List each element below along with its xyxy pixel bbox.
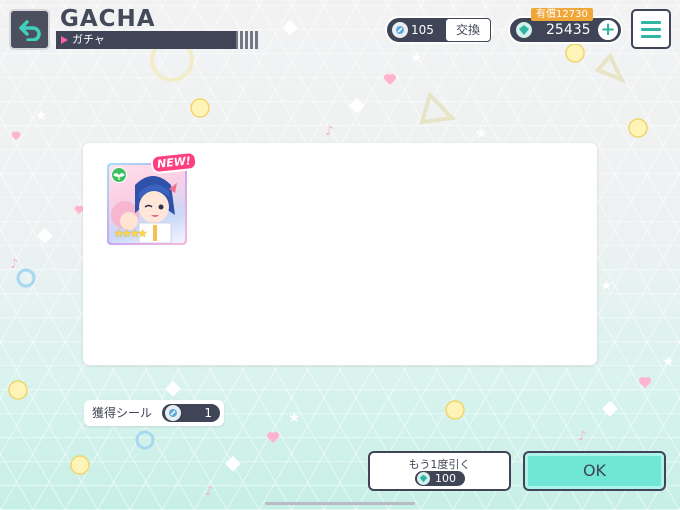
crystal-icon xyxy=(417,472,430,485)
shard-count: 105 xyxy=(411,23,434,37)
svg-text:♪: ♪ xyxy=(325,124,333,139)
svg-text:★: ★ xyxy=(475,126,488,142)
subtitle-bar-fade xyxy=(220,31,260,49)
shard-icon xyxy=(392,22,408,38)
svg-text:★: ★ xyxy=(662,354,675,370)
home-indicator[interactable] xyxy=(265,502,415,505)
page-title: GACHA xyxy=(60,6,156,32)
rarity-stars: ★★★★ xyxy=(114,227,147,240)
sticker-label: 獲得シール xyxy=(92,406,153,420)
exchange-button[interactable]: 交換 xyxy=(445,18,491,42)
back-arrow-icon xyxy=(18,19,41,41)
svg-text:♪: ♪ xyxy=(205,484,213,499)
menu-icon-line xyxy=(641,20,661,24)
menu-icon-line xyxy=(641,27,661,31)
sticker-count: 1 xyxy=(204,406,212,420)
svg-text:★: ★ xyxy=(288,410,301,426)
svg-text:♪: ♪ xyxy=(578,429,586,444)
subtitle-arrow-icon xyxy=(61,36,68,44)
ok-button[interactable]: OK xyxy=(523,451,666,491)
sticker-icon xyxy=(165,405,181,421)
back-button[interactable] xyxy=(9,9,50,50)
attribute-icon xyxy=(111,167,127,183)
svg-text:★: ★ xyxy=(35,108,48,124)
draw-again-button[interactable]: もう1度引く 100 xyxy=(368,451,511,491)
svg-text:★: ★ xyxy=(600,278,613,294)
buy-crystal-button[interactable]: + xyxy=(596,18,620,42)
menu-icon-line xyxy=(641,34,661,38)
card-art: ★★★★ xyxy=(109,165,185,243)
draw-again-label: もう1度引く xyxy=(408,458,471,471)
crystal-icon xyxy=(516,22,532,38)
svg-text:★: ★ xyxy=(410,50,423,66)
paid-crystal-badge: 有償12730 xyxy=(531,8,593,21)
crystal-count: 25435 xyxy=(546,22,591,38)
menu-button[interactable] xyxy=(631,9,671,49)
sticker-row: 獲得シール 1 xyxy=(84,400,224,426)
svg-text:♪: ♪ xyxy=(10,257,18,272)
draw-again-cost: 100 xyxy=(415,471,465,486)
page-subtitle: ガチャ xyxy=(72,33,105,46)
card-frame: ★★★★ xyxy=(107,163,187,245)
sticker-counter: 1 xyxy=(162,404,220,422)
result-card[interactable]: ★★★★ xyxy=(107,163,187,245)
draw-again-cost-value: 100 xyxy=(435,472,456,485)
